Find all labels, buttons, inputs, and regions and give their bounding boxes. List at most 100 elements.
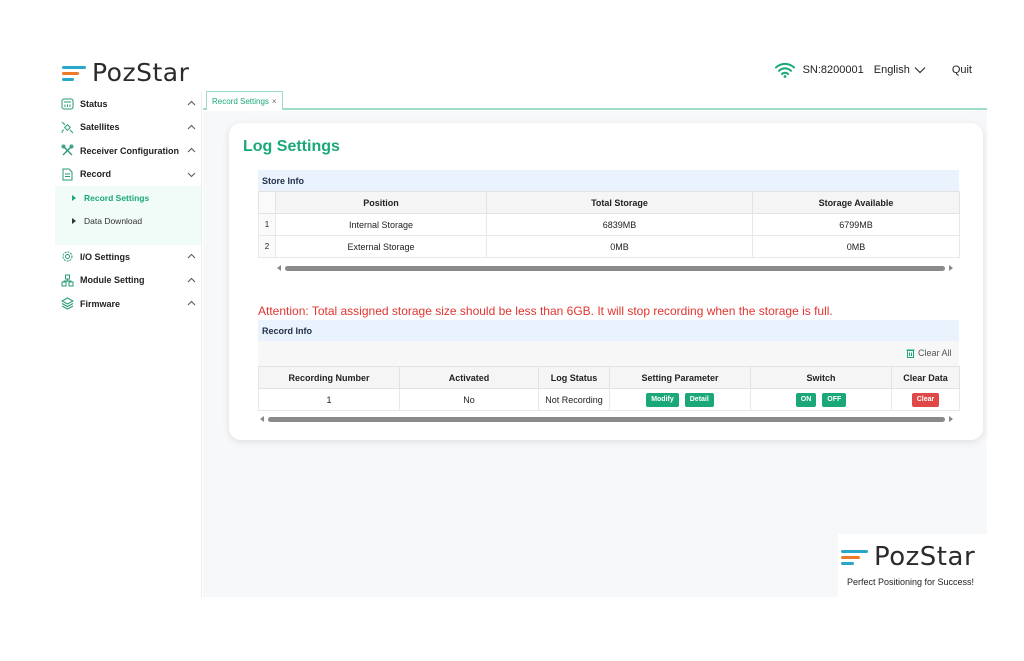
tab-record-settings[interactable]: Record Settings × bbox=[206, 91, 283, 110]
detail-button[interactable]: Detail bbox=[684, 392, 714, 407]
index-header bbox=[258, 191, 276, 214]
wifi-icon bbox=[774, 62, 795, 78]
modify-button[interactable]: Modify bbox=[646, 392, 679, 407]
table-header-row: Recording Number Activated Log Status Se… bbox=[258, 366, 960, 389]
sidebar-item-satellites[interactable]: Satellites bbox=[55, 116, 202, 140]
tab-label: Record Settings bbox=[212, 96, 269, 106]
sidebar-item-label: Firmware bbox=[80, 298, 121, 309]
chevron-up-icon bbox=[187, 277, 196, 282]
column-header: Log Status bbox=[538, 366, 610, 389]
scroll-thumb[interactable] bbox=[268, 416, 945, 422]
clear-button[interactable]: Clear bbox=[911, 392, 940, 407]
sidebar-item-firmware[interactable]: Firmware bbox=[55, 292, 202, 316]
tools-icon bbox=[60, 144, 74, 158]
pozstar-logo: PozStar bbox=[841, 542, 975, 572]
column-header: Position bbox=[275, 191, 487, 214]
chevron-down-icon bbox=[914, 67, 926, 74]
scroll-left-icon[interactable] bbox=[260, 416, 264, 422]
language-selector[interactable]: English bbox=[874, 64, 926, 76]
sidebar-divider bbox=[201, 92, 202, 597]
module-icon bbox=[60, 273, 74, 287]
quit-button[interactable]: Quit bbox=[952, 64, 972, 76]
sidebar-item-label: Satellites bbox=[80, 122, 120, 133]
status-icon bbox=[60, 97, 74, 111]
layers-icon bbox=[60, 297, 74, 311]
brand-tagline: Perfect Positioning for Success! bbox=[847, 577, 975, 587]
sidebar-subitem-label: Record Settings bbox=[84, 192, 150, 203]
scroll-right-icon[interactable] bbox=[949, 416, 953, 422]
cell-clear-data: Clear bbox=[891, 388, 960, 411]
tab-bar: Record Settings × bbox=[203, 91, 987, 110]
sidebar-item-io-settings[interactable]: I/O Settings bbox=[55, 245, 202, 269]
cell-activated: No bbox=[399, 388, 539, 411]
record-info-header: Record Info bbox=[258, 320, 959, 341]
table-row: 1 No Not Recording Modify Detail ON OFF Cl… bbox=[258, 388, 960, 411]
sidebar-item-module-setting[interactable]: Module Setting bbox=[55, 269, 202, 293]
record-icon bbox=[60, 167, 74, 181]
sidebar-item-receiver-configuration[interactable]: Receiver Configuration bbox=[55, 139, 202, 163]
chevron-up-icon bbox=[187, 300, 196, 306]
sidebar-item-record[interactable]: Record bbox=[55, 163, 202, 187]
record-info-scrollbar[interactable] bbox=[260, 414, 961, 424]
record-submenu: Record Settings Data Download bbox=[55, 186, 202, 245]
switch-off-button[interactable]: OFF bbox=[822, 392, 847, 407]
scroll-right-icon[interactable] bbox=[949, 265, 953, 271]
clear-all-label: Clear All bbox=[918, 348, 952, 358]
store-info-scrollbar[interactable] bbox=[277, 263, 961, 273]
record-toolbar bbox=[258, 341, 959, 367]
table-row: 2 External Storage 0MB 0MB bbox=[258, 235, 960, 258]
cell-storage-available: 6799MB bbox=[752, 213, 960, 236]
cell-total-storage: 0MB bbox=[486, 235, 753, 258]
language-label: English bbox=[873, 64, 910, 76]
header-toolbar: SN:8200001 English Quit bbox=[774, 62, 972, 78]
logo-mark-icon bbox=[841, 547, 868, 567]
column-header: Switch bbox=[750, 366, 892, 389]
page-title: Log Settings bbox=[243, 138, 340, 155]
chevron-down-icon bbox=[187, 172, 196, 177]
attention-message: Attention: Total assigned storage size s… bbox=[258, 304, 833, 318]
store-info-header: Store Info bbox=[258, 170, 959, 191]
trash-icon bbox=[906, 349, 915, 358]
cell-switch: ON OFF bbox=[750, 388, 892, 411]
row-index: 1 bbox=[258, 213, 276, 236]
chevron-up-icon bbox=[187, 100, 196, 106]
triangle-right-icon bbox=[72, 194, 76, 201]
sidebar: Status Satellites Receiver Configuration… bbox=[55, 92, 202, 597]
log-settings-card: Log Settings Store Info Position Total S… bbox=[229, 123, 983, 440]
column-header: Total Storage bbox=[486, 191, 753, 214]
column-header: Setting Parameter bbox=[609, 366, 751, 389]
clear-all-button[interactable]: Clear All bbox=[906, 348, 952, 358]
close-icon[interactable]: × bbox=[272, 97, 277, 106]
column-header: Recording Number bbox=[258, 366, 400, 389]
cell-total-storage: 6839MB bbox=[486, 213, 753, 236]
cell-position: Internal Storage bbox=[275, 213, 487, 236]
sidebar-item-status[interactable]: Status bbox=[55, 92, 202, 116]
chevron-up-icon bbox=[187, 147, 196, 153]
cell-position: External Storage bbox=[275, 235, 487, 258]
sidebar-item-record-settings[interactable]: Record Settings bbox=[55, 186, 202, 210]
cell-recording-number: 1 bbox=[258, 388, 400, 411]
chevron-up-icon bbox=[187, 253, 196, 259]
sidebar-item-label: Status bbox=[80, 98, 108, 109]
scroll-thumb[interactable] bbox=[285, 265, 945, 271]
gear-icon bbox=[60, 250, 74, 264]
column-header: Storage Available bbox=[752, 191, 960, 214]
table-row: 1 Internal Storage 6839MB 6799MB bbox=[258, 213, 960, 236]
logo-mark-icon bbox=[62, 64, 86, 82]
sidebar-subitem-label: Data Download bbox=[84, 216, 143, 227]
record-info-table: Recording Number Activated Log Status Se… bbox=[258, 366, 960, 411]
sidebar-item-label: Receiver Configuration bbox=[80, 145, 180, 156]
sidebar-item-data-download[interactable]: Data Download bbox=[55, 210, 202, 234]
store-info-table: Position Total Storage Storage Available… bbox=[258, 191, 960, 258]
table-header-row: Position Total Storage Storage Available bbox=[258, 191, 960, 214]
column-header: Clear Data bbox=[891, 366, 960, 389]
sidebar-item-label: I/O Settings bbox=[80, 251, 131, 262]
chevron-up-icon bbox=[187, 124, 196, 129]
scroll-left-icon[interactable] bbox=[277, 265, 281, 271]
triangle-right-icon bbox=[72, 218, 76, 225]
cell-log-status: Not Recording bbox=[538, 388, 610, 411]
serial-number: SN:8200001 bbox=[802, 64, 864, 76]
brand-footer: PozStar Perfect Positioning for Success! bbox=[838, 534, 987, 597]
switch-on-button[interactable]: ON bbox=[795, 392, 817, 407]
column-header: Activated bbox=[399, 366, 539, 389]
